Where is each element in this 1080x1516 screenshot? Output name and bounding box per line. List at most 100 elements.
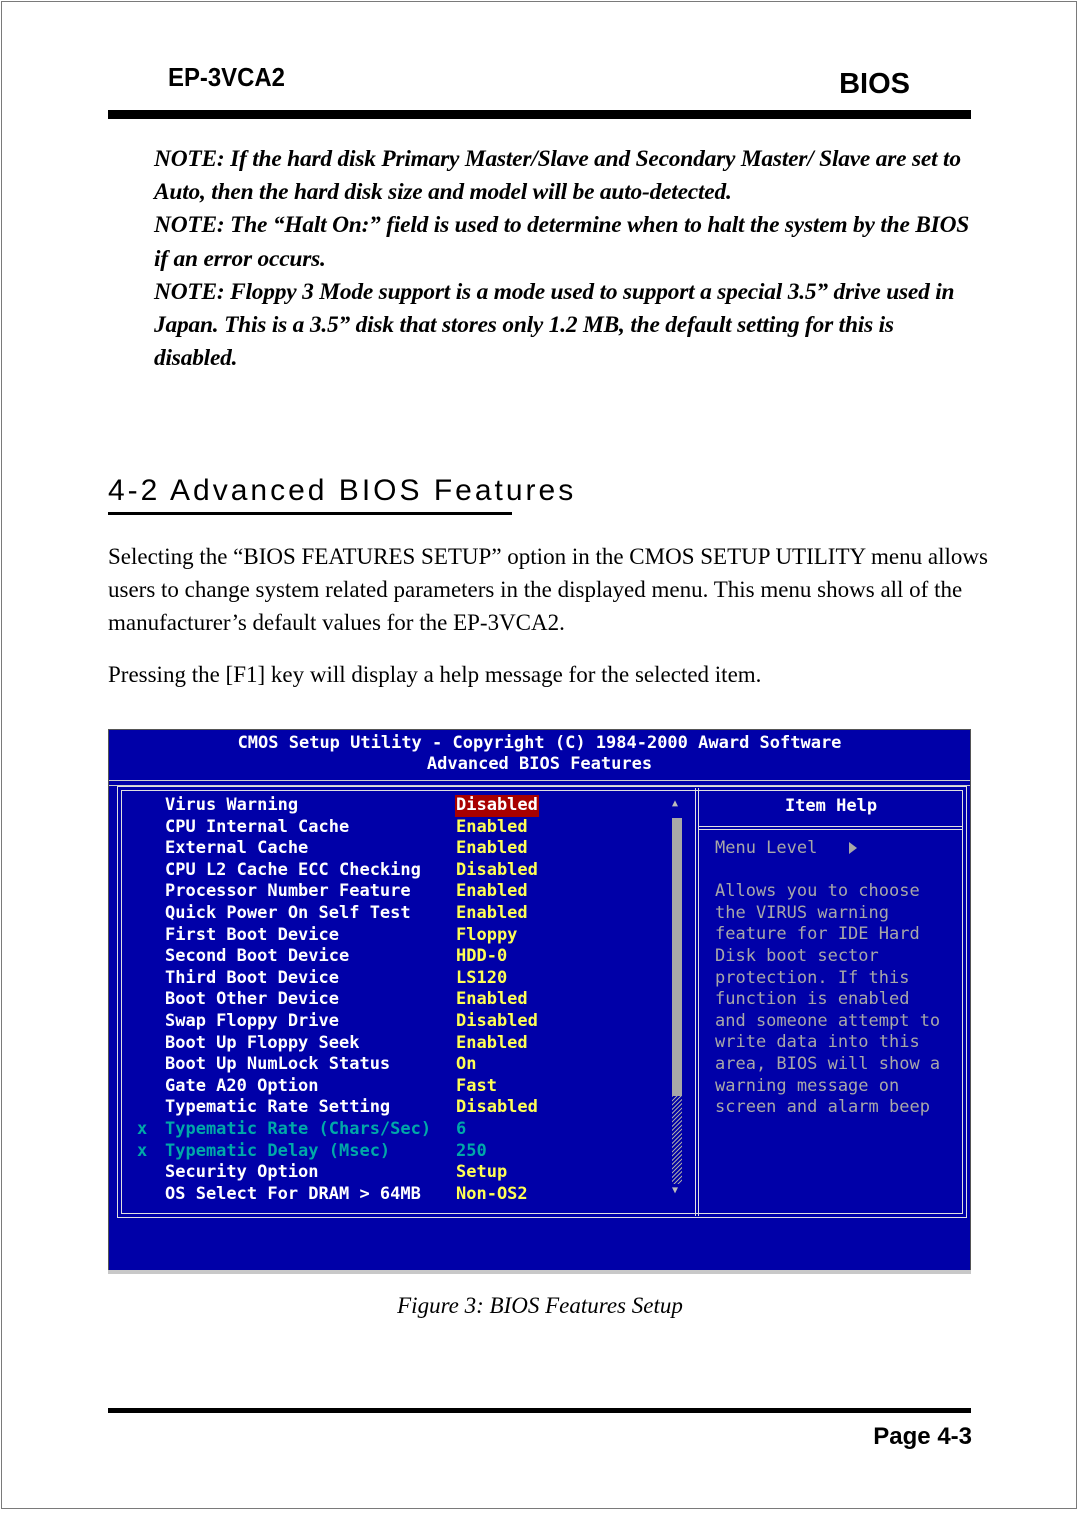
setting-value[interactable]: Disabled [455,1011,539,1033]
help-line: Allows you to choose [715,881,920,902]
triangle-right-icon [849,842,858,854]
setting-label: Gate A20 Option [165,1075,319,1096]
help-line: feature for IDE Hard [715,924,920,945]
setting-value[interactable]: Disabled [455,1097,539,1119]
setting-label: Processor Number Feature [165,881,411,902]
setting-label: Third Boot Device [165,967,339,988]
item-help-title: Item Help [784,796,878,816]
setting-row[interactable]: Processor Number Feature Enabled [137,881,677,903]
setting-row[interactable]: First Boot Device Floppy [137,925,677,947]
setting-label: Typematic Rate Setting [165,1097,391,1118]
header-rule [108,110,971,119]
scrollbar-track[interactable] [672,1096,682,1184]
setting-label: Boot Up NumLock Status [165,1054,391,1075]
setting-row[interactable]: CPU L2 Cache ECC Checking Disabled [137,860,677,882]
header-section: BIOS [839,68,910,100]
bios-subtitle-line: Advanced BIOS Features [426,754,653,774]
setting-label: External Cache [165,838,309,859]
setting-value[interactable]: LS120 [455,968,508,990]
notes: NOTE: If the hard disk Primary Master/Sl… [154,143,974,375]
setting-row[interactable]: Security Option Setup [137,1162,677,1184]
section-underline [108,512,512,515]
setting-value[interactable]: Enabled [455,881,529,903]
page-number: Page 4-3 [873,1423,972,1450]
bios-screen: CMOS Setup Utility - Copyright (C) 1984-… [108,729,971,1354]
setting-label: Second Boot Device [165,946,350,967]
help-line: write data into this [715,1032,920,1053]
setting-value[interactable]: Enabled [455,903,529,925]
setting-row[interactable]: Quick Power On Self Test Enabled [137,903,677,925]
help-line: screen and alarm beep [715,1097,930,1118]
scrollbar-thumb[interactable] [672,818,682,1096]
body-paragraph: Pressing the [F1] key will display a hel… [108,662,762,687]
setting-row[interactable]: Boot Other Device Enabled [137,989,677,1011]
setting-label: Virus Warning [165,795,299,815]
setting-label: Boot Up Floppy Seek [165,1032,360,1053]
setting-value[interactable]: HDD-0 [455,946,508,968]
setting-value[interactable]: Enabled [455,817,529,839]
setting-value[interactable]: Enabled [455,838,529,860]
key-help-line: F5:Previous Values F6:Fail-Safe Defaults… [191,1333,888,1354]
setting-label: Typematic Rate (Chars/Sec) [165,1118,432,1139]
setting-value[interactable]: Disabled [455,860,539,882]
setting-row[interactable]: Swap Floppy Drive Disabled [137,1011,677,1033]
setting-label: CPU Internal Cache [165,816,350,837]
help-line: area, BIOS will show a [715,1053,941,1074]
setting-value[interactable]: Disabled [455,795,539,817]
help-line: the VIRUS warning [715,902,889,923]
setting-value[interactable]: Setup [455,1162,508,1184]
body-text: Selecting the “BIOS FEATURES SETUP” opti… [108,540,988,691]
setting-value[interactable]: On [455,1054,477,1076]
panel-divider [695,788,699,1216]
setting-label: CPU L2 Cache ECC Checking [165,859,421,880]
setting-row[interactable]: Third Boot Device LS120 [137,968,677,990]
setting-label: Typematic Delay (Msec) [165,1140,391,1161]
setting-label: First Boot Device [165,924,339,945]
figure-shadow [108,1270,971,1274]
scroll-up-icon[interactable]: ▲ [672,798,678,809]
help-text: Allows you to choose the VIRUS warning fea… [715,881,940,1119]
item-help-body: Menu Level Allows you to choose the VIRUS… [715,838,940,1119]
help-line: Disk boot sector [715,945,879,966]
setting-value: 250 [456,1140,487,1161]
help-line: and someone attempt to [715,1010,941,1031]
scroll-down-icon[interactable]: ▼ [672,1185,678,1196]
setting-row[interactable]: External Cache Enabled [137,838,677,860]
bios-title-line: CMOS Setup Utility - Copyright (C) 1984-… [237,733,842,753]
setting-label: Quick Power On Self Test [165,902,411,923]
setting-row[interactable]: CPU Internal Cache Enabled [137,817,677,839]
settings-list: Virus Warning Disabled CPU Internal Cache E… [137,795,677,1205]
setting-row[interactable]: Virus Warning Disabled [137,795,677,817]
body-paragraph: Selecting the “BIOS FEATURES SETUP” opti… [108,544,988,635]
setting-value[interactable]: Enabled [455,1033,529,1055]
setting-row[interactable]: Typematic Rate Setting Disabled [137,1097,677,1119]
help-separator [699,826,963,830]
setting-row: x Typematic Delay (Msec) 250 [137,1141,677,1163]
setting-label: OS Select For DRAM > 64MB [165,1183,421,1204]
setting-value[interactable]: Fast [455,1076,498,1098]
header-model: EP-3VCA2 [168,62,285,92]
setting-value[interactable]: Floppy [455,925,518,947]
setting-row[interactable]: Boot Up NumLock Status On [137,1054,677,1076]
note: NOTE: Floppy 3 Mode support is a mode us… [154,278,955,372]
setting-row[interactable]: Second Boot Device HDD-0 [137,946,677,968]
setting-row[interactable]: Boot Up Floppy Seek Enabled [137,1033,677,1055]
setting-row[interactable]: Gate A20 Option Fast [137,1076,677,1098]
menu-level-line: Menu Level [715,838,940,860]
setting-row: x Typematic Rate (Chars/Sec) 6 [137,1119,677,1141]
setting-value: 6 [456,1118,467,1139]
disabled-marker: x [137,1118,148,1139]
note: NOTE: The “Halt On:” field is used to de… [154,212,970,272]
help-line: warning message on [715,1075,900,1096]
setting-value[interactable]: Enabled [455,989,529,1011]
figure-caption: Figure 3: BIOS Features Setup [397,1293,683,1318]
setting-row[interactable]: OS Select For DRAM > 64MB Non-OS2 [137,1184,677,1206]
section-title: 4-2 Advanced BIOS Features [108,474,577,507]
help-spacer [715,860,940,882]
setting-value[interactable]: Non-OS2 [455,1184,529,1206]
disabled-marker: x [137,1140,148,1161]
note: NOTE: If the hard disk Primary Master/Sl… [154,146,961,206]
footer-rule [108,1408,971,1413]
setting-label: Boot Other Device [165,989,339,1010]
setting-label: Swap Floppy Drive [165,1010,339,1031]
